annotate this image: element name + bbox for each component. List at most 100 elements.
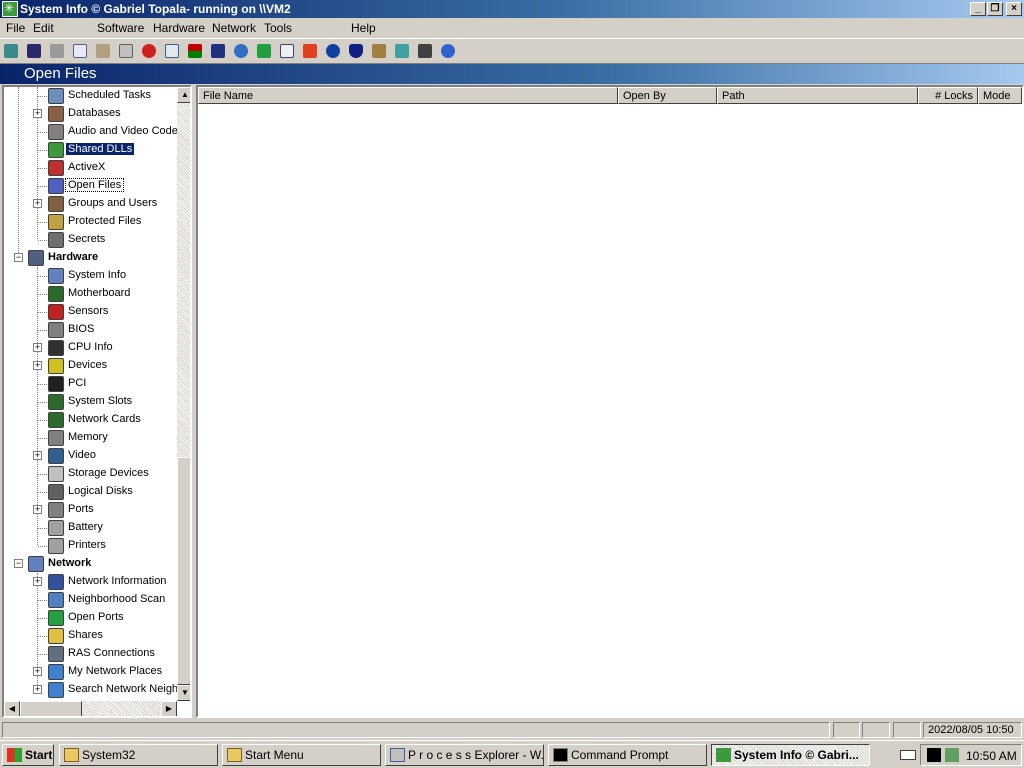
scroll-thumb[interactable] [177, 457, 190, 685]
tree-item[interactable]: Protected Files [4, 213, 177, 231]
expand-toggle-icon[interactable]: + [33, 343, 42, 352]
save-icon[interactable] [25, 42, 43, 60]
options-icon[interactable] [370, 42, 388, 60]
network-tray-icon[interactable] [945, 748, 959, 762]
tree-item[interactable]: + CPU Info [4, 339, 177, 357]
tree-item[interactable]: + Search Network Neighborhood [4, 681, 177, 699]
task-start-menu[interactable]: Start Menu [222, 744, 381, 766]
column-path[interactable]: Path [717, 87, 918, 104]
tree-item[interactable]: − Network [4, 555, 177, 573]
tree-item[interactable]: Sensors [4, 303, 177, 321]
menu-software[interactable]: Software [97, 21, 144, 35]
tree-item[interactable]: System Slots [4, 393, 177, 411]
horizontal-scroll-thumb[interactable] [20, 701, 82, 716]
menu-edit[interactable]: Edit [33, 21, 54, 35]
update-icon[interactable] [324, 42, 342, 60]
chart-icon[interactable] [209, 42, 227, 60]
tree-horizontal-scrollbar[interactable]: ◀ ▶ [4, 701, 177, 716]
tree-item[interactable]: Shares [4, 627, 177, 645]
tree-item[interactable]: Secrets [4, 231, 177, 249]
column-file-name[interactable]: File Name [198, 87, 618, 104]
tree-item[interactable]: + Network Information [4, 573, 177, 591]
tree-item[interactable]: + Ports [4, 501, 177, 519]
tree-item[interactable]: + Video [4, 447, 177, 465]
tree-item[interactable]: ActiveX [4, 159, 177, 177]
tree-item[interactable]: Neighborhood Scan [4, 591, 177, 609]
tree-item[interactable]: Open Files [4, 177, 177, 195]
copy-icon[interactable] [71, 42, 89, 60]
report-icon[interactable] [278, 42, 296, 60]
navigation-tree[interactable]: Scheduled Tasks + Databases Audio and Video… [2, 85, 192, 718]
tree-item[interactable]: Network Cards [4, 411, 177, 429]
expand-toggle-icon[interactable]: + [33, 685, 42, 694]
exit-icon[interactable] [2, 42, 20, 60]
tree-vertical-scrollbar[interactable]: ▲ ▼ [177, 87, 190, 701]
title-bar[interactable]: System Info © Gabriel Topala- running on… [0, 0, 1024, 18]
app-icon[interactable] [2, 1, 18, 17]
tree-item[interactable]: Scheduled Tasks [4, 87, 177, 105]
tree-item[interactable]: + Devices [4, 357, 177, 375]
keyboard-icon[interactable] [900, 750, 916, 760]
task-system32[interactable]: System32 [59, 744, 218, 766]
tree-item[interactable]: Battery [4, 519, 177, 537]
flag-icon[interactable] [186, 42, 204, 60]
expand-toggle-icon[interactable]: + [33, 451, 42, 460]
tree-item[interactable]: + Groups and Users [4, 195, 177, 213]
globe-icon[interactable] [232, 42, 250, 60]
menu-network[interactable]: Network [212, 21, 256, 35]
expand-toggle-icon[interactable]: + [33, 361, 42, 370]
close-button[interactable]: × [1006, 2, 1022, 16]
scroll-down-button[interactable]: ▼ [177, 685, 190, 701]
scroll-up-button[interactable]: ▲ [177, 87, 190, 103]
menu-file[interactable]: File [6, 21, 25, 35]
tree-item[interactable]: Open Ports [4, 609, 177, 627]
start-button[interactable]: Start [2, 744, 54, 766]
expand-toggle-icon[interactable]: + [33, 109, 42, 118]
menu-tools[interactable]: Tools [264, 21, 292, 35]
restore-button[interactable]: ❐ [987, 2, 1003, 16]
print-icon[interactable] [117, 42, 135, 60]
expand-toggle-icon[interactable]: + [33, 199, 42, 208]
paste-icon[interactable] [94, 42, 112, 60]
expand-toggle-icon[interactable]: + [33, 505, 42, 514]
column-mode[interactable]: Mode [978, 87, 1022, 104]
cut-icon[interactable] [48, 42, 66, 60]
menu-help[interactable]: Help [351, 21, 376, 35]
tree-item[interactable]: Audio and Video Codecs [4, 123, 177, 141]
about-icon[interactable] [416, 42, 434, 60]
tree-item[interactable]: System Info [4, 267, 177, 285]
open-files-list[interactable]: File Name Open By Path # Locks Mode [196, 85, 1024, 718]
console-tray-icon[interactable] [927, 748, 941, 762]
task-system-info[interactable]: System Info © Gabri... [711, 744, 870, 766]
tree-item[interactable]: + My Network Places [4, 663, 177, 681]
find-icon[interactable] [163, 42, 181, 60]
tree-item[interactable]: RAS Connections [4, 645, 177, 663]
refresh-arrows-icon[interactable] [255, 42, 273, 60]
tree-item[interactable]: Logical Disks [4, 483, 177, 501]
web-icon[interactable] [393, 42, 411, 60]
scroll-right-button[interactable]: ▶ [161, 701, 177, 716]
tree-item[interactable]: Motherboard [4, 285, 177, 303]
task-process-explorer[interactable]: P r o c e s s Explorer - W... [385, 744, 544, 766]
expand-toggle-icon[interactable]: + [33, 667, 42, 676]
clock[interactable]: 10:50 AM [966, 749, 1017, 763]
power-icon[interactable] [301, 42, 319, 60]
column-open-by[interactable]: Open By [618, 87, 717, 104]
tree-item[interactable]: Storage Devices [4, 465, 177, 483]
collapse-toggle-icon[interactable]: − [14, 559, 23, 568]
scroll-left-button[interactable]: ◀ [4, 701, 20, 716]
minimize-button[interactable]: _ [970, 2, 986, 16]
tree-item[interactable]: PCI [4, 375, 177, 393]
tree-item[interactable]: Printers [4, 537, 177, 555]
tree-item[interactable]: Memory [4, 429, 177, 447]
shield-icon[interactable] [347, 42, 365, 60]
tree-item[interactable]: − Hardware [4, 249, 177, 267]
tree-item[interactable]: + Databases [4, 105, 177, 123]
task-command-prompt[interactable]: Command Prompt [548, 744, 707, 766]
stop-icon[interactable] [140, 42, 158, 60]
menu-hardware[interactable]: Hardware [153, 21, 205, 35]
tree-item[interactable]: BIOS [4, 321, 177, 339]
column-locks[interactable]: # Locks [918, 87, 978, 104]
tree-item[interactable]: Shared DLLs [4, 141, 177, 159]
help-icon[interactable] [439, 42, 457, 60]
